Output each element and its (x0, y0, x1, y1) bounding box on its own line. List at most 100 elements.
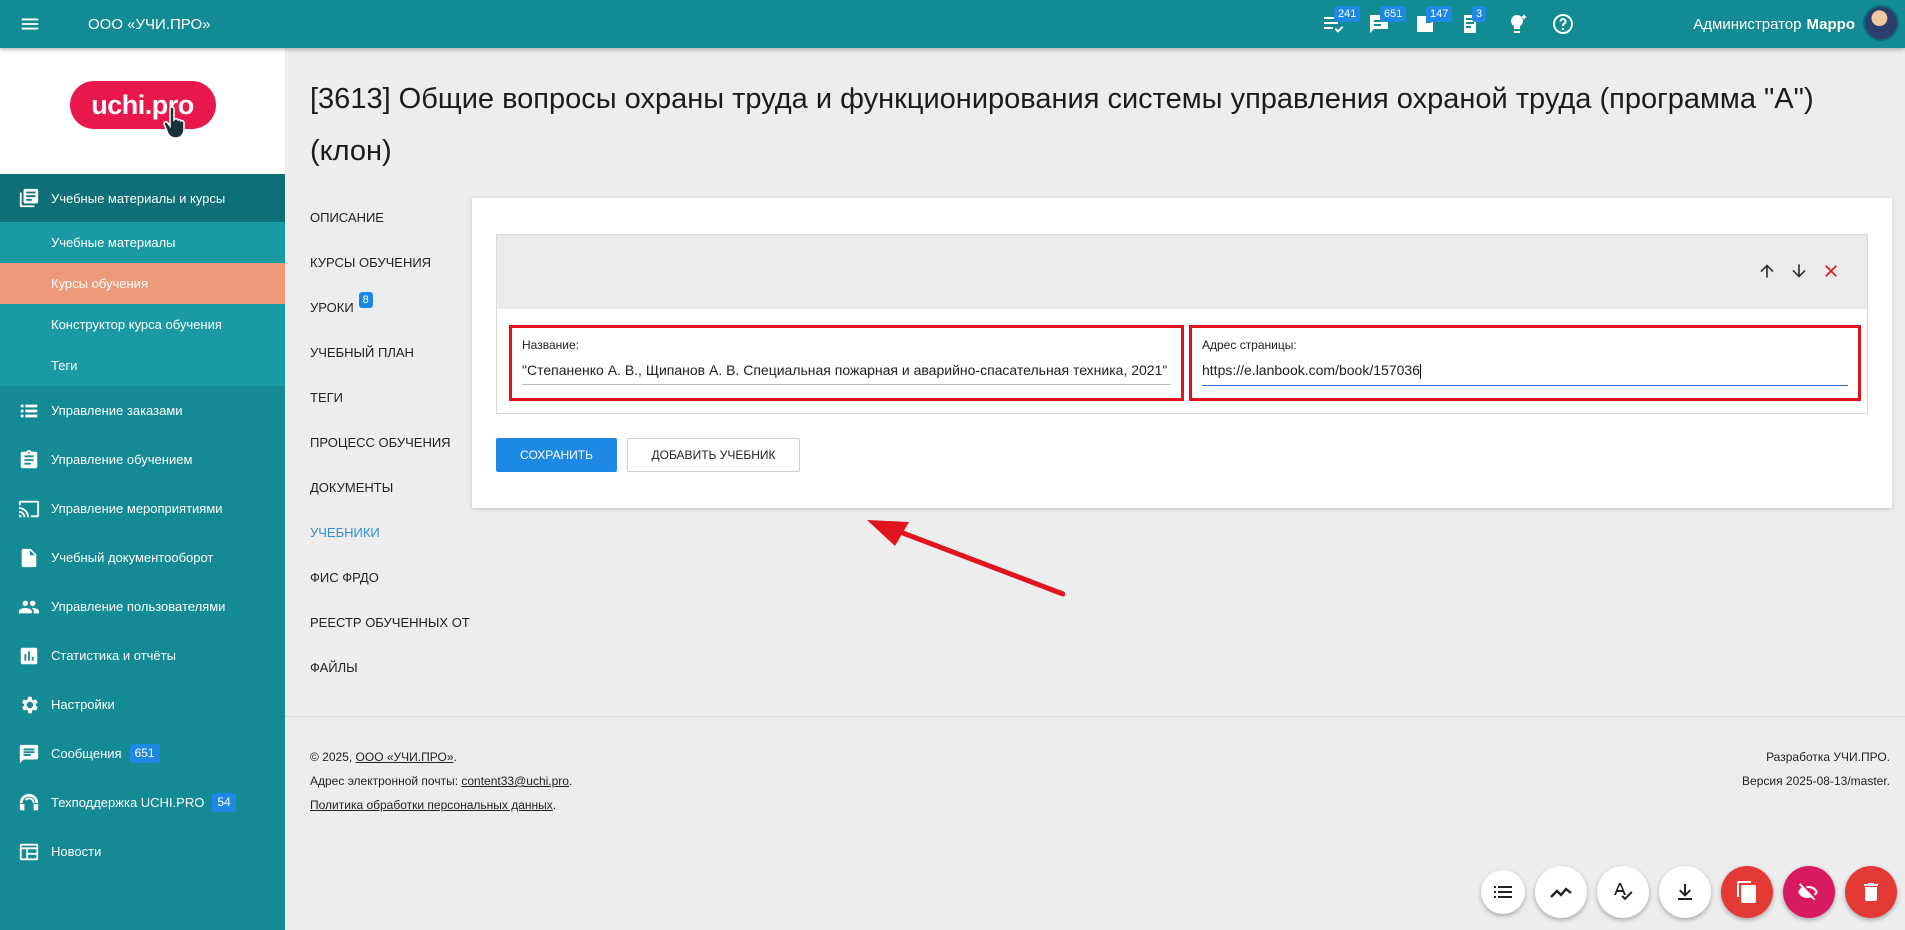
trend-icon (1550, 887, 1572, 898)
user-name: Марро (1806, 15, 1855, 33)
sidebar-item-label: Управление обучением (51, 452, 193, 467)
tab-textbooks[interactable]: Учебники (310, 513, 470, 558)
tab-lessons[interactable]: Уроки 8 (310, 288, 470, 333)
spellcheck-button[interactable] (1597, 866, 1649, 918)
help-icon[interactable] (1540, 0, 1586, 48)
add-textbook-button[interactable]: Добавить учебник (627, 438, 800, 472)
pointer-hand-icon (162, 107, 185, 139)
tab-courses[interactable]: Курсы обучения (310, 243, 470, 288)
sidebar-item-statistics[interactable]: Статистика и отчёты (0, 631, 285, 680)
course-section-nav: Описание Курсы обучения Уроки 8 Учебный п… (310, 198, 470, 693)
lightbulb-icon[interactable] (1494, 0, 1540, 48)
support-count-badge: 54 (212, 793, 236, 812)
sidebar-subitem-courses[interactable]: Курсы обучения (0, 263, 285, 304)
tab-label: Описание (310, 210, 384, 225)
sidebar-item-label: Учебные материалы и курсы (51, 190, 226, 206)
tab-label: Учебники (310, 525, 380, 540)
sidebar-item-news[interactable]: Новости (0, 827, 285, 876)
tab-curriculum[interactable]: Учебный план (310, 333, 470, 378)
privacy-suffix: . (552, 798, 557, 812)
clipboard-icon (20, 449, 38, 468)
privacy-line: Политика обработки персональных данных. (310, 793, 572, 817)
privacy-link[interactable]: Политика обработки персональных данных (310, 798, 553, 812)
floating-actions (1481, 866, 1897, 918)
close-icon[interactable] (1821, 261, 1841, 281)
download-icon (1678, 884, 1692, 900)
tasks-list-icon[interactable]: 241 (1310, 0, 1361, 48)
save-button[interactable]: Сохранить (496, 438, 617, 472)
documents-icon[interactable]: 3 (1448, 0, 1494, 48)
sidebar-subitem-tags[interactable]: Теги (0, 345, 285, 386)
delete-button[interactable] (1845, 866, 1897, 918)
tab-learning-process[interactable]: Процесс обучения (310, 423, 470, 468)
avatar[interactable] (1863, 5, 1899, 41)
textbook-item: Название: "Степаненко А. В., Щипанов А. … (496, 234, 1868, 414)
sidebar-item-label: Статистика и отчёты (51, 648, 176, 663)
copy-button[interactable] (1721, 866, 1773, 918)
sidebar-item-events[interactable]: Управление мероприятиями (0, 484, 285, 533)
tab-label: Документы (310, 480, 394, 495)
sidebar-item-users[interactable]: Управление пользователями (0, 582, 285, 631)
sidebar-item-label: Теги (51, 358, 78, 373)
library-books-icon (19, 188, 39, 208)
email-label: Адрес электронной почты: (310, 774, 462, 788)
arrow-up-icon[interactable] (1757, 261, 1777, 281)
sidebar-subitem-course-builder[interactable]: Конструктор курса обучения (0, 304, 285, 345)
textbook-name-input[interactable]: "Степаненко А. В., Щипанов А. В. Специал… (522, 362, 1171, 385)
logo[interactable]: uchi.pro (69, 81, 216, 139)
sidebar-item-label: Конструктор курса обучения (51, 317, 222, 332)
sidebar-item-label: Техподдержка UCHI.PRO (51, 795, 205, 810)
people-icon (18, 600, 40, 613)
top-notification-icons: 241 651 147 3 (1310, 0, 1586, 48)
sidebar-item-label: Сообщения (51, 746, 122, 761)
sidebar-item-messages[interactable]: Сообщения 651 (0, 729, 285, 778)
arrow-down-icon[interactable] (1789, 261, 1809, 281)
sidebar-item-orders[interactable]: Управление заказами (0, 386, 285, 435)
copyright-prefix: © 2025, (310, 750, 356, 764)
text-cursor (1419, 363, 1421, 379)
copy-icon (1737, 881, 1756, 903)
email-link[interactable]: content33@uchi.pro (461, 774, 569, 788)
lessons-count-badge: 8 (358, 292, 373, 308)
sidebar-subitem-materials[interactable]: Учебные материалы (0, 222, 285, 263)
hamburger-menu-icon[interactable] (0, 0, 60, 48)
textbook-item-header (497, 235, 1867, 309)
messages-count-badge: 651 (129, 744, 160, 763)
tab-label: Файлы (310, 660, 358, 675)
sidebar-item-materials-courses[interactable]: Учебные материалы и курсы (0, 174, 285, 222)
textbook-url-label: Адрес страницы: (1202, 338, 1297, 352)
sidebar-item-docflow[interactable]: Учебный документооборот (0, 533, 285, 582)
copyright-suffix: . (453, 750, 457, 764)
sidebar-item-label: Курсы обучения (51, 276, 148, 291)
tab-documents[interactable]: Документы (310, 468, 470, 513)
textbook-name-field[interactable]: Название: "Степаненко А. В., Щипанов А. … (509, 325, 1184, 401)
hide-icon (1798, 883, 1818, 901)
sidebar-item-support[interactable]: Техподдержка UCHI.PRO 54 (0, 778, 285, 827)
logo-area[interactable]: uchi.pro (0, 48, 285, 174)
tab-fis-frdo[interactable]: ФИС ФРДО (310, 558, 470, 603)
sidebar-item-training[interactable]: Управление обучением (0, 435, 285, 484)
org-name[interactable]: ООО «УЧИ.ПРО» (88, 16, 210, 33)
tab-tags[interactable]: Теги (310, 378, 470, 423)
hide-button[interactable] (1783, 866, 1835, 918)
chart-icon (20, 647, 38, 664)
trend-button[interactable] (1535, 866, 1587, 918)
messages-icon[interactable]: 651 (1356, 0, 1407, 48)
email-suffix: . (568, 774, 573, 788)
support-tickets-icon[interactable]: 147 (1402, 0, 1453, 48)
textbook-url-value: https://e.lanbook.com/book/157036 (1202, 362, 1420, 378)
textbook-name-label: Название: (522, 338, 579, 352)
tab-description[interactable]: Описание (310, 198, 470, 243)
textbook-url-field[interactable]: Адрес страницы: https://e.lanbook.com/bo… (1189, 325, 1861, 401)
badge-count: 3 (1472, 6, 1487, 22)
user-menu[interactable]: Администратор Марро (1693, 0, 1855, 48)
tab-ot-registry[interactable]: Реестр обученных ОТ (310, 603, 470, 648)
tab-files[interactable]: Файлы (310, 648, 470, 693)
download-button[interactable] (1659, 866, 1711, 918)
footer-right: Разработка УЧИ.ПРО. Версия 2025-08-13/ma… (1742, 745, 1890, 793)
org-link[interactable]: ООО «УЧИ.ПРО» (356, 750, 454, 764)
textbook-url-input[interactable]: https://e.lanbook.com/book/157036 (1202, 362, 1848, 386)
list-button[interactable] (1481, 870, 1525, 914)
sidebar-item-settings[interactable]: Настройки (0, 680, 285, 729)
tab-label: ФИС ФРДО (310, 570, 379, 585)
